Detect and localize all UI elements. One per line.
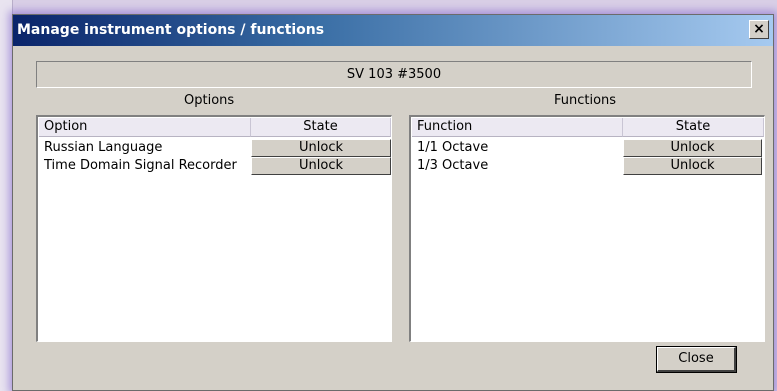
option-name-time-domain-recorder: Time Domain Signal Recorder [44, 158, 237, 173]
functions-list[interactable]: Function State 1/1 Octave Unlock 1/3 Oct… [409, 115, 765, 342]
unlock-button-1-1-octave[interactable]: Unlock [623, 139, 762, 157]
title-bar[interactable]: Manage instrument options / functions × [13, 15, 773, 46]
column-header-function[interactable]: Function [412, 118, 623, 137]
options-section-label: Options [184, 93, 235, 108]
column-header-option[interactable]: Option [39, 118, 251, 137]
manage-options-dialog: Manage instrument options / functions × … [12, 14, 774, 391]
function-name-1-3-octave: 1/3 Octave [417, 158, 489, 173]
close-button[interactable]: Close [656, 346, 737, 373]
dialog-title: Manage instrument options / functions [17, 22, 325, 38]
options-list[interactable]: Option State Russian Language Unlock Tim… [36, 115, 392, 342]
option-name-russian-language: Russian Language [44, 140, 163, 155]
close-icon[interactable]: × [749, 20, 769, 39]
unlock-button-russian-language[interactable]: Unlock [251, 139, 391, 157]
column-header-state[interactable]: State [623, 118, 764, 137]
unlock-button-time-domain-recorder[interactable]: Unlock [251, 157, 391, 175]
function-name-1-1-octave: 1/1 Octave [417, 140, 489, 155]
column-header-state[interactable]: State [251, 118, 391, 137]
unlock-button-1-3-octave[interactable]: Unlock [623, 157, 762, 175]
instrument-name: SV 103 #3500 [36, 61, 752, 88]
functions-section-label: Functions [554, 93, 617, 108]
